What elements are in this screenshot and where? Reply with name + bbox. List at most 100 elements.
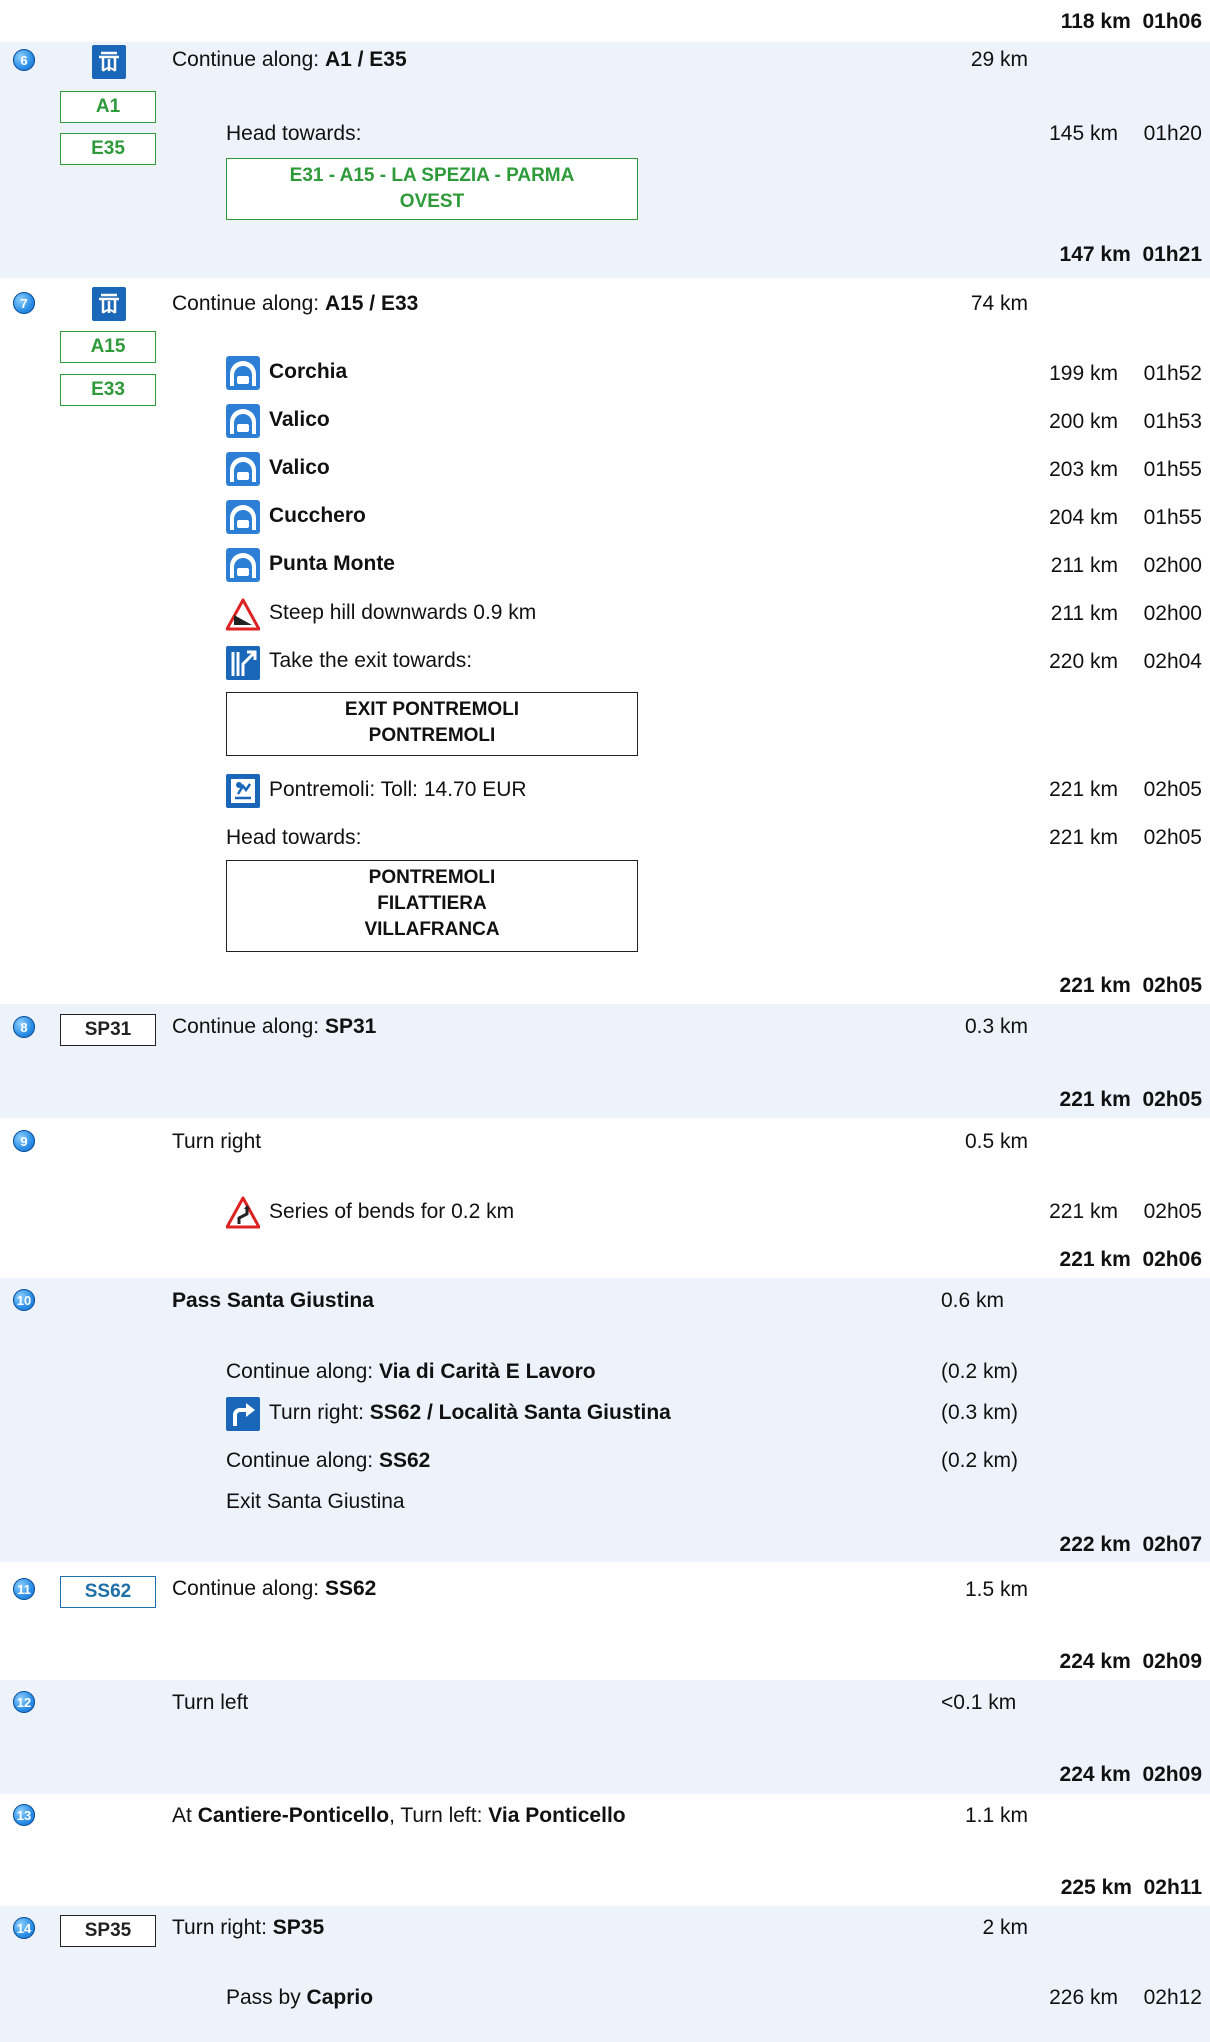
tunnel-name: Corchia bbox=[269, 360, 348, 383]
cumulative-km: 226 km bbox=[1049, 1986, 1118, 2009]
cumulative-time: 02h00 bbox=[1143, 554, 1202, 577]
step-distance: 0.3 km bbox=[964, 1015, 1028, 1038]
instruction: Turn right: SP35 bbox=[172, 1916, 325, 1939]
exit-sign: EXIT PONTREMOLI PONTREMOLI bbox=[226, 692, 638, 756]
cumulative-km: 145 km bbox=[1049, 122, 1118, 145]
tunnel-name: Valico bbox=[269, 456, 330, 479]
toll-icon bbox=[226, 774, 260, 808]
turn-right-icon bbox=[226, 1397, 260, 1431]
cumulative-km: 199 km bbox=[1049, 362, 1118, 385]
instruction: Turn right bbox=[172, 1130, 262, 1153]
sub-distance: (0.2 km) bbox=[941, 1360, 1019, 1383]
instruction: Pass Santa Giustina bbox=[172, 1289, 374, 1312]
tunnel-icon bbox=[226, 500, 260, 534]
tunnel-icon bbox=[226, 452, 260, 486]
steep-hill-warning-icon bbox=[226, 598, 260, 631]
segment-total: 222 km 02h07 bbox=[1059, 1533, 1202, 1556]
direction-sign: PONTREMOLI FILATTIERA VILLAFRANCA bbox=[226, 860, 638, 952]
road-badge-a1: A1 bbox=[60, 91, 156, 123]
cumulative-time: 01h20 bbox=[1143, 122, 1202, 145]
sub-instruction: Continue along: Via di Carità E Lavoro bbox=[226, 1360, 596, 1383]
motorway-icon bbox=[92, 45, 126, 79]
segment-total: 224 km 02h09 bbox=[1059, 1763, 1202, 1786]
step-number: 13 bbox=[13, 1804, 35, 1826]
step-distance: 0.5 km bbox=[964, 1130, 1028, 1153]
sub-distance: (0.2 km) bbox=[941, 1449, 1019, 1472]
sub-distance: (0.3 km) bbox=[941, 1401, 1019, 1424]
cumulative-time: 01h53 bbox=[1143, 410, 1202, 433]
pass-by: Pass by Caprio bbox=[226, 1986, 374, 2009]
segment-total: 147 km 01h21 bbox=[1059, 243, 1202, 266]
exit-instruction: Take the exit towards: bbox=[269, 649, 473, 672]
step-distance: 74 km bbox=[970, 292, 1028, 315]
sub-instruction: Turn right: SS62 / Località Santa Giusti… bbox=[269, 1401, 671, 1424]
road-badge-sp35: SP35 bbox=[60, 1915, 156, 1947]
segment-total: 224 km 02h09 bbox=[1059, 1650, 1202, 1673]
road-badge-sp31: SP31 bbox=[60, 1014, 156, 1046]
tunnel-icon bbox=[226, 356, 260, 390]
instruction: Turn left bbox=[172, 1691, 249, 1714]
step-number: 14 bbox=[13, 1917, 35, 1939]
tunnel-icon bbox=[226, 548, 260, 582]
segment-total: 221 km 02h05 bbox=[1059, 974, 1202, 997]
direction-sign: E31 - A15 - LA SPEZIA - PARMA OVEST bbox=[226, 158, 638, 220]
warning-text: Series of bends for 0.2 km bbox=[269, 1200, 515, 1223]
cumulative-time: 02h00 bbox=[1143, 602, 1202, 625]
cumulative-time: 02h05 bbox=[1143, 778, 1202, 801]
segment-total: 221 km 02h05 bbox=[1059, 1088, 1202, 1111]
exit-icon bbox=[226, 646, 260, 680]
instruction: Continue along: SP31 bbox=[172, 1015, 377, 1038]
segment-total: 221 km 02h06 bbox=[1059, 1248, 1202, 1271]
cumulative-time: 01h55 bbox=[1143, 506, 1202, 529]
step-number: 10 bbox=[13, 1289, 35, 1311]
step-number: 12 bbox=[13, 1691, 35, 1713]
cumulative-km: 221 km bbox=[1049, 778, 1118, 801]
cumulative-km: 221 km bbox=[1049, 1200, 1118, 1223]
warning-text: Steep hill downwards 0.9 km bbox=[269, 601, 537, 624]
step-number: 8 bbox=[13, 1016, 35, 1038]
step-number: 11 bbox=[13, 1578, 35, 1600]
step-distance: 2 km bbox=[982, 1916, 1028, 1939]
road-badge-e33: E33 bbox=[60, 374, 156, 406]
sub-instruction: Continue along: SS62 bbox=[226, 1449, 431, 1472]
tunnel-name: Cucchero bbox=[269, 504, 366, 527]
toll-text: Pontremoli: Toll: 14.70 EUR bbox=[269, 778, 527, 801]
cumulative-time: 02h05 bbox=[1143, 826, 1202, 849]
segment-total: 225 km 02h11 bbox=[1060, 1876, 1202, 1899]
step-distance: 29 km bbox=[970, 48, 1028, 71]
cumulative-km: 211 km bbox=[1050, 554, 1118, 577]
step-distance: 1.1 km bbox=[964, 1804, 1028, 1827]
motorway-icon bbox=[92, 287, 126, 321]
cumulative-km: 221 km bbox=[1049, 826, 1118, 849]
step-number: 6 bbox=[13, 49, 35, 71]
cumulative-km: 203 km bbox=[1049, 458, 1118, 481]
cumulative-km: 211 km bbox=[1050, 602, 1118, 625]
step-distance: 1.5 km bbox=[964, 1578, 1028, 1601]
instruction: Continue along: SS62 bbox=[172, 1577, 377, 1600]
road-badge-a15: A15 bbox=[60, 331, 156, 363]
bends-warning-icon bbox=[226, 1196, 260, 1229]
cumulative-km: 204 km bbox=[1049, 506, 1118, 529]
cumulative-time: 01h55 bbox=[1143, 458, 1202, 481]
step-distance: 0.6 km bbox=[941, 1289, 1005, 1312]
cumulative-time: 02h04 bbox=[1143, 650, 1202, 673]
tunnel-name: Punta Monte bbox=[269, 552, 395, 575]
head-towards-label: Head towards: bbox=[226, 122, 362, 145]
segment-total: 118 km 01h06 bbox=[1060, 10, 1202, 33]
sub-instruction: Exit Santa Giustina bbox=[226, 1490, 405, 1513]
step-distance: <0.1 km bbox=[941, 1691, 1017, 1714]
tunnel-name: Valico bbox=[269, 408, 330, 431]
step-number: 7 bbox=[13, 292, 35, 314]
instruction: At Cantiere-Ponticello, Turn left: Via P… bbox=[172, 1804, 626, 1827]
cumulative-km: 200 km bbox=[1049, 410, 1118, 433]
tunnel-icon bbox=[226, 404, 260, 438]
head-towards-label: Head towards: bbox=[226, 826, 362, 849]
cumulative-time: 02h05 bbox=[1143, 1200, 1202, 1223]
cumulative-time: 01h52 bbox=[1143, 362, 1202, 385]
cumulative-time: 02h12 bbox=[1143, 1986, 1202, 2009]
road-badge-e35: E35 bbox=[60, 133, 156, 165]
step-number: 9 bbox=[13, 1130, 35, 1152]
instruction: Continue along: A1 / E35 bbox=[172, 48, 407, 71]
road-badge-ss62: SS62 bbox=[60, 1576, 156, 1608]
instruction: Continue along: A15 / E33 bbox=[172, 292, 419, 315]
